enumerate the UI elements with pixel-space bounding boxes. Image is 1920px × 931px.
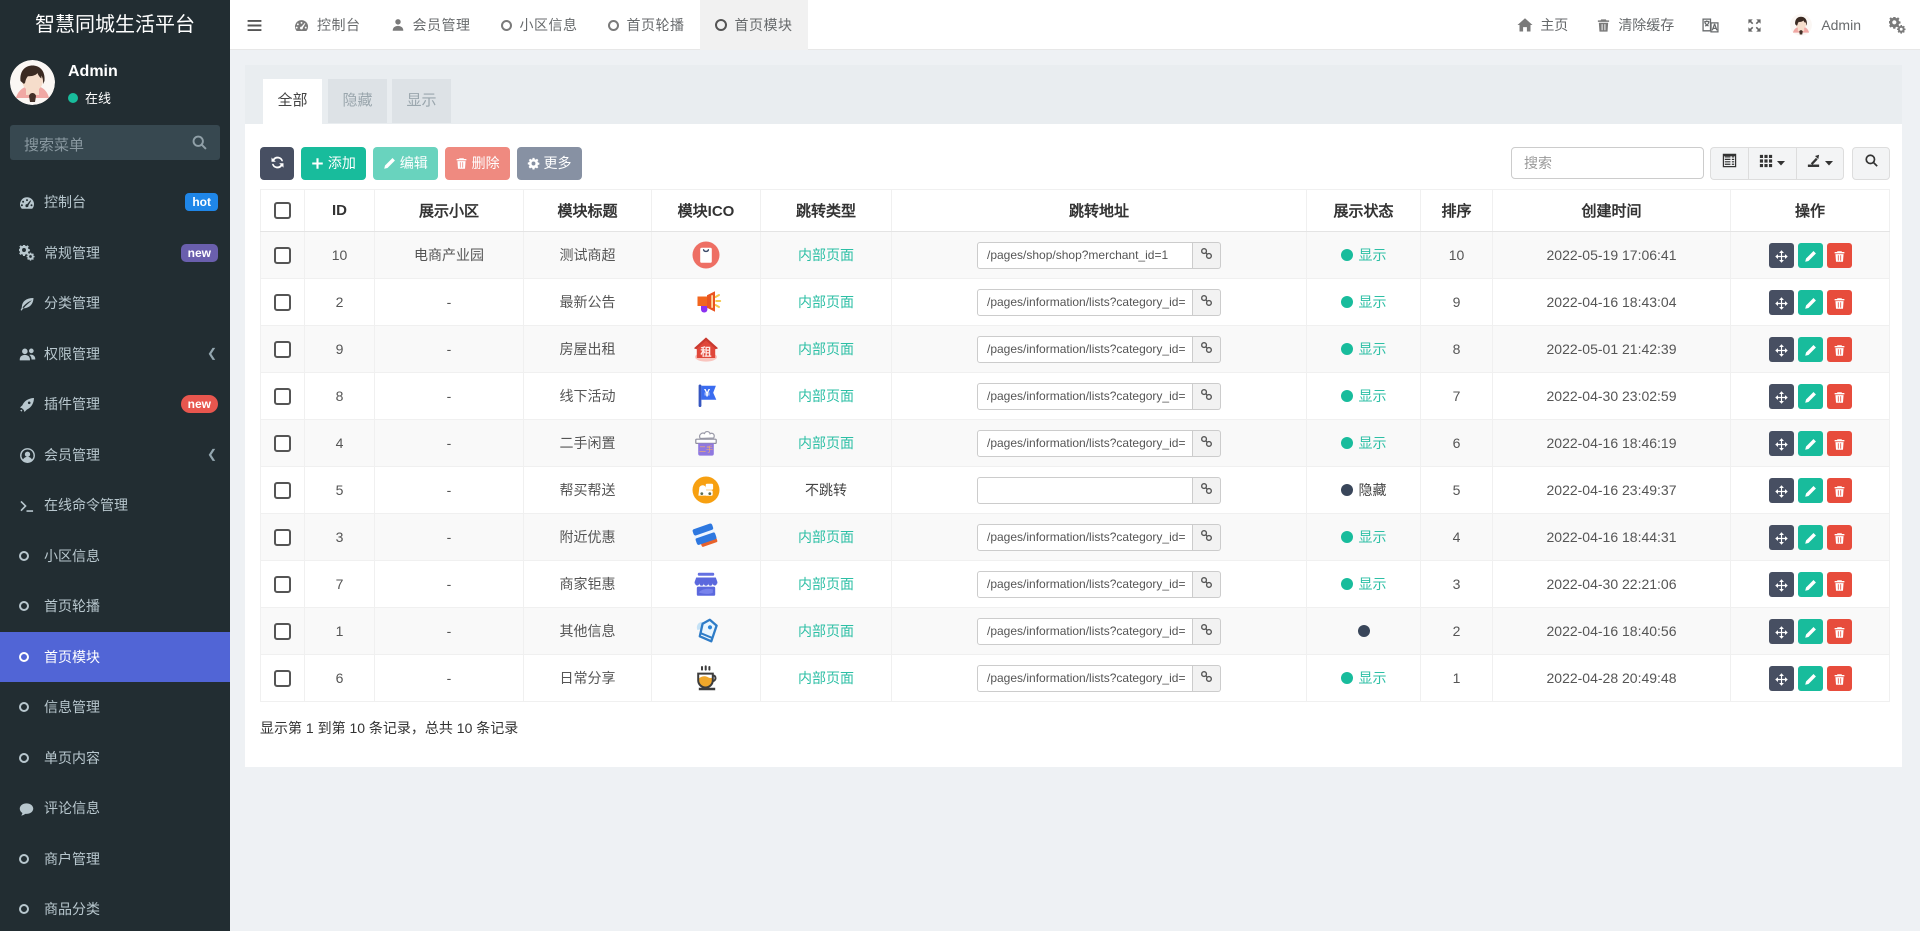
svg-text:租: 租: [701, 346, 712, 359]
svg-text:二手: 二手: [699, 445, 713, 454]
svg-text:¥: ¥: [704, 388, 711, 400]
